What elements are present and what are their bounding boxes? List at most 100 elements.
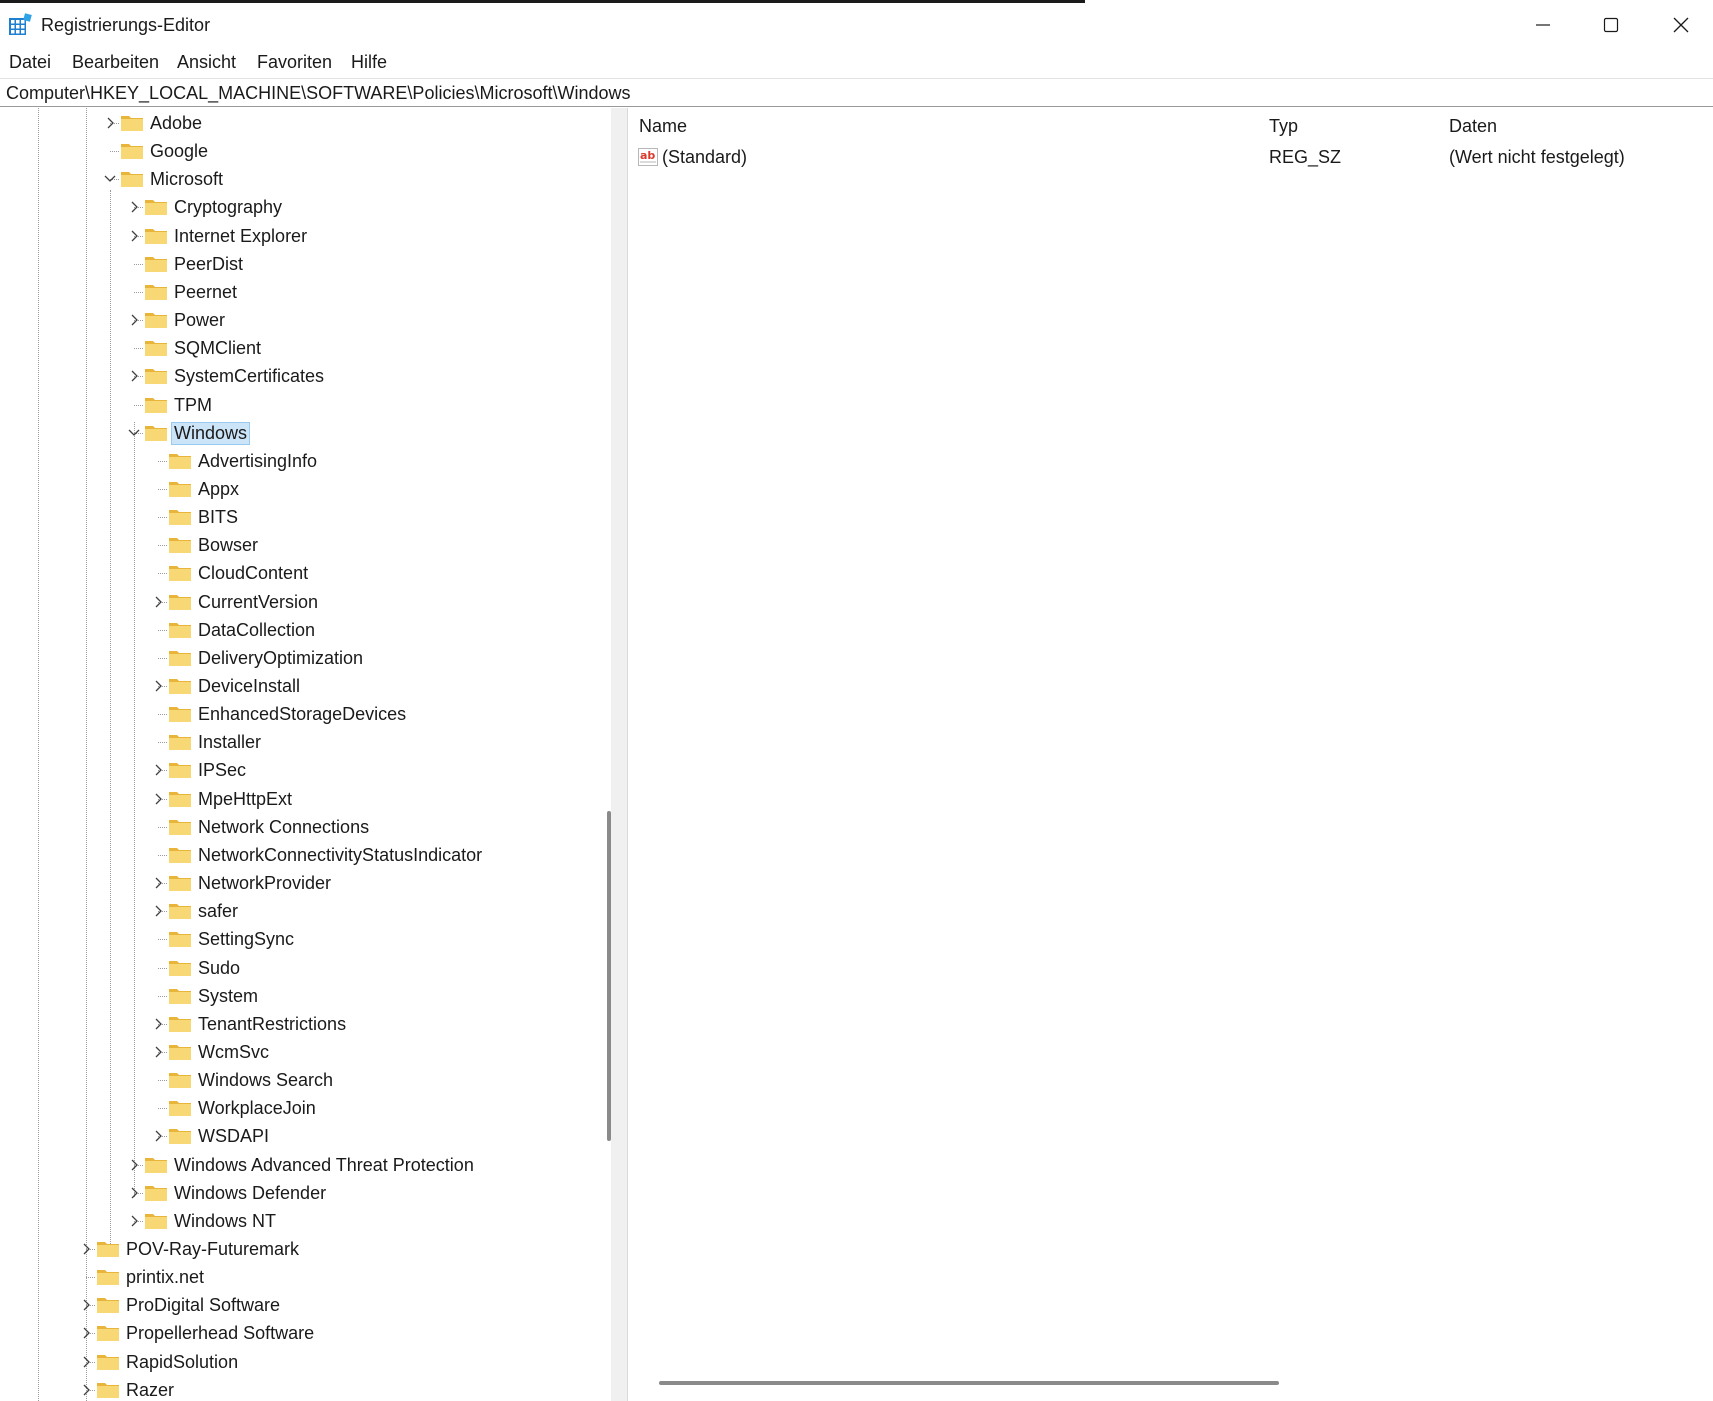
tree-node[interactable]: Windows Advanced Threat Protection: [0, 1152, 600, 1178]
values-horizontal-scrollbar-thumb[interactable]: [659, 1381, 1279, 1385]
tree-node[interactable]: TenantRestrictions: [0, 1011, 600, 1037]
address-bar[interactable]: Computer\HKEY_LOCAL_MACHINE\SOFTWARE\Pol…: [0, 78, 1713, 107]
tree-node-label[interactable]: WorkplaceJoin: [195, 1098, 319, 1119]
tree-node-label[interactable]: ProDigital Software: [123, 1295, 283, 1316]
tree-node-label[interactable]: SettingSync: [195, 929, 297, 950]
tree-node-label[interactable]: Windows Defender: [171, 1183, 329, 1204]
tree-node[interactable]: printix.net: [0, 1264, 600, 1290]
tree-node[interactable]: MpeHttpExt: [0, 786, 600, 812]
tree-node-label[interactable]: RapidSolution: [123, 1352, 241, 1373]
tree-node[interactable]: WSDAPI: [0, 1123, 600, 1149]
tree-node-label[interactable]: Internet Explorer: [171, 226, 310, 247]
tree-node[interactable]: Windows Search: [0, 1067, 600, 1093]
tree-node-label[interactable]: Cryptography: [171, 197, 285, 218]
tree-node[interactable]: Adobe: [0, 110, 600, 136]
tree-node-label[interactable]: Windows Advanced Threat Protection: [171, 1155, 477, 1176]
tree-node-label[interactable]: System: [195, 986, 261, 1007]
chevron-right-icon[interactable]: [150, 594, 166, 610]
chevron-right-icon[interactable]: [150, 875, 166, 891]
tree-node-label[interactable]: SQMClient: [171, 338, 264, 359]
chevron-right-icon[interactable]: [150, 1128, 166, 1144]
tree-node[interactable]: ProDigital Software: [0, 1292, 600, 1318]
chevron-right-icon[interactable]: [150, 903, 166, 919]
tree-node[interactable]: Power: [0, 307, 600, 333]
tree-node-label[interactable]: Bowser: [195, 535, 261, 556]
values-pane[interactable]: Name Typ Daten ab (Standard) REG_SZ (Wer…: [628, 108, 1713, 1401]
pane-splitter[interactable]: [611, 108, 628, 1401]
tree-node-label[interactable]: Adobe: [147, 113, 205, 134]
tree-node-label[interactable]: Installer: [195, 732, 264, 753]
tree-node-label[interactable]: Google: [147, 141, 211, 162]
close-button[interactable]: [1646, 3, 1713, 47]
tree-node-label[interactable]: CurrentVersion: [195, 592, 321, 613]
tree-node-label[interactable]: safer: [195, 901, 241, 922]
tree-node-label[interactable]: NetworkConnectivityStatusIndicator: [195, 845, 485, 866]
chevron-right-icon[interactable]: [150, 1016, 166, 1032]
tree-node[interactable]: PeerDist: [0, 251, 600, 277]
tree-node[interactable]: POV-Ray-Futuremark: [0, 1236, 600, 1262]
tree-node[interactable]: Windows Defender: [0, 1180, 600, 1206]
tree-node-label[interactable]: Razer: [123, 1380, 177, 1401]
tree-node[interactable]: NetworkConnectivityStatusIndicator: [0, 842, 600, 868]
chevron-right-icon[interactable]: [78, 1325, 94, 1341]
tree-node[interactable]: SQMClient: [0, 335, 600, 361]
menu-favoriten[interactable]: Favoriten: [257, 52, 332, 73]
tree-node-label[interactable]: Sudo: [195, 958, 243, 979]
tree-node[interactable]: Razer: [0, 1377, 600, 1401]
tree-node[interactable]: Peernet: [0, 279, 600, 305]
chevron-right-icon[interactable]: [126, 228, 142, 244]
tree-vertical-scrollbar[interactable]: [599, 108, 611, 1401]
tree-node[interactable]: CloudContent: [0, 560, 600, 586]
tree-node[interactable]: RapidSolution: [0, 1349, 600, 1375]
tree-node-label[interactable]: WSDAPI: [195, 1126, 272, 1147]
tree-node[interactable]: System: [0, 983, 600, 1009]
tree-node[interactable]: safer: [0, 898, 600, 924]
tree-node-label[interactable]: BITS: [195, 507, 241, 528]
chevron-right-icon[interactable]: [126, 368, 142, 384]
value-row[interactable]: ab (Standard) REG_SZ (Wert nicht festgel…: [628, 144, 1713, 170]
maximize-button[interactable]: [1576, 3, 1646, 47]
tree-node-label[interactable]: TenantRestrictions: [195, 1014, 349, 1035]
tree-node[interactable]: BITS: [0, 504, 600, 530]
tree-node-label[interactable]: DeviceInstall: [195, 676, 303, 697]
tree-node[interactable]: Internet Explorer: [0, 223, 600, 249]
tree-node[interactable]: Appx: [0, 476, 600, 502]
tree-node-label[interactable]: DeliveryOptimization: [195, 648, 366, 669]
chevron-right-icon[interactable]: [126, 199, 142, 215]
column-header-name[interactable]: Name: [639, 116, 687, 137]
tree-node[interactable]: Bowser: [0, 532, 600, 558]
tree-node-label[interactable]: TPM: [171, 395, 215, 416]
tree-node-label[interactable]: POV-Ray-Futuremark: [123, 1239, 302, 1260]
tree-node[interactable]: CurrentVersion: [0, 589, 600, 615]
chevron-down-icon[interactable]: [126, 425, 142, 441]
chevron-right-icon[interactable]: [78, 1241, 94, 1257]
tree-node[interactable]: Google: [0, 138, 600, 164]
tree-node-label[interactable]: WcmSvc: [195, 1042, 272, 1063]
tree-node[interactable]: SettingSync: [0, 926, 600, 952]
menu-hilfe[interactable]: Hilfe: [351, 52, 387, 73]
tree-node[interactable]: Windows: [0, 420, 600, 446]
tree-node-label[interactable]: CloudContent: [195, 563, 311, 584]
chevron-right-icon[interactable]: [126, 312, 142, 328]
chevron-right-icon[interactable]: [78, 1382, 94, 1398]
address-path[interactable]: Computer\HKEY_LOCAL_MACHINE\SOFTWARE\Pol…: [6, 83, 631, 104]
tree-node-label[interactable]: Windows: [171, 421, 251, 445]
tree-node[interactable]: Microsoft: [0, 166, 600, 192]
tree-node[interactable]: Windows NT: [0, 1208, 600, 1234]
tree-node[interactable]: DataCollection: [0, 617, 600, 643]
key-tree-pane[interactable]: Adobe Google Microsoft Cryptography Internet…: [0, 108, 611, 1401]
tree-node-label[interactable]: Microsoft: [147, 169, 226, 190]
chevron-right-icon[interactable]: [150, 1044, 166, 1060]
tree-node[interactable]: WcmSvc: [0, 1039, 600, 1065]
tree-node-label[interactable]: DataCollection: [195, 620, 318, 641]
tree-node-label[interactable]: AdvertisingInfo: [195, 451, 320, 472]
chevron-down-icon[interactable]: [102, 171, 118, 187]
tree-node-label[interactable]: Power: [171, 310, 228, 331]
chevron-right-icon[interactable]: [150, 762, 166, 778]
tree-node[interactable]: NetworkProvider: [0, 870, 600, 896]
tree-node-label[interactable]: EnhancedStorageDevices: [195, 704, 409, 725]
tree-node[interactable]: EnhancedStorageDevices: [0, 701, 600, 727]
tree-node-label[interactable]: Peernet: [171, 282, 240, 303]
chevron-right-icon[interactable]: [78, 1354, 94, 1370]
tree-node[interactable]: AdvertisingInfo: [0, 448, 600, 474]
